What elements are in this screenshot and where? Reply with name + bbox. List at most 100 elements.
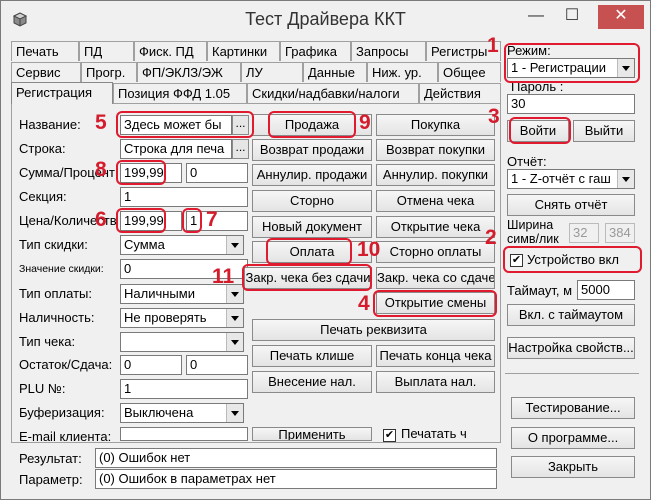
print-cliche-button[interactable]: Печать клише [252,345,372,367]
balance-input[interactable]: 0 [120,355,182,375]
tab-fp-eklz[interactable]: ФП/ЭКЛЗ/ЭЖ [137,62,241,82]
print-check-end-button[interactable]: Печать конца чека [376,345,495,367]
marker-8: 8 [95,158,107,181]
sum-input[interactable]: 199,99 [120,163,182,183]
tab-registration[interactable]: Регистрация [11,82,113,104]
tab-pd[interactable]: ПД [79,41,134,61]
settings-button[interactable]: Настройка свойств... [507,337,635,359]
apply-button[interactable]: Применить [252,427,372,441]
tab-fiscal-pd[interactable]: Фиск. ПД [134,41,207,61]
open-shift-button[interactable]: Открытие смены [376,292,495,314]
percent-input[interactable]: 0 [186,163,248,183]
close-window-button[interactable]: ✕ [598,5,644,29]
password-input[interactable]: 30 [507,94,635,114]
timeout-input[interactable]: 5000 [577,280,635,300]
close-button[interactable]: Закрыть [511,456,635,478]
tab-general[interactable]: Общее [438,62,501,82]
discount-value-label: Значение скидки: [19,263,104,275]
tab-programming[interactable]: Прогр. [81,62,137,82]
cash-check-label: Наличность: [19,310,95,325]
print-requisite-button[interactable]: Печать реквизита [252,319,495,341]
marker-9: 9 [359,111,371,134]
minimize-button[interactable]: — [521,5,551,29]
payment-button[interactable]: Оплата [252,241,372,263]
cash-deposit-button[interactable]: Внесение нал. [252,371,372,393]
cash-withdraw-button[interactable]: Выплата нал. [376,371,495,393]
tab-service[interactable]: Сервис [11,62,81,82]
name-ellipsis-button[interactable]: ... [232,115,249,135]
mode-value: 1 - Регистрации [511,60,606,75]
chevron-down-icon[interactable] [617,170,634,188]
marker-10: 10 [357,238,381,261]
open-check-button[interactable]: Открытие чека [376,216,495,238]
tab-position-ffd[interactable]: Позиция ФФД 1.05 [113,83,247,103]
sale-button[interactable]: Продажа [252,114,372,136]
name-label: Название: [19,117,81,132]
check-type-select[interactable] [120,332,244,352]
tab-discounts[interactable]: Скидки/надбавки/налоги [247,83,419,103]
take-report-button[interactable]: Снять отчёт [507,194,635,216]
line-input[interactable]: Строка для печа [120,139,232,159]
char-width-a-input: 32 [569,223,599,243]
tab-data[interactable]: Данные [303,62,367,82]
section-label: Секция: [19,189,67,204]
about-button[interactable]: О программе... [511,427,635,449]
storno-button[interactable]: Сторно [252,190,372,212]
marker-11: 11 [212,265,235,288]
chevron-down-icon[interactable] [226,309,243,327]
plu-label: PLU №: [19,381,66,396]
report-select[interactable]: 1 - Z-отчёт с гаш [507,169,635,189]
marker-1: 1 [487,34,499,57]
price-input[interactable]: 199,99 [120,211,182,231]
section-input[interactable]: 1 [120,187,248,207]
new-document-button[interactable]: Новый документ [252,216,372,238]
login-button[interactable]: Войти [507,120,569,142]
mode-label: Режим: [507,43,551,58]
tab-print[interactable]: Печать [11,41,79,61]
purchase-cancel-button[interactable]: Аннулир. покупки [376,164,495,186]
change-input[interactable]: 0 [186,355,248,375]
purchase-return-button[interactable]: Возврат покупки [376,139,495,161]
cancel-check-button[interactable]: Отмена чека [376,190,495,212]
email-input[interactable] [120,427,248,441]
storno-payment-button[interactable]: Сторно оплаты [376,241,495,263]
result-field: (0) Ошибок нет [95,448,497,468]
logout-button[interactable]: Выйти [573,120,635,142]
chevron-down-icon[interactable] [226,404,243,422]
tab-lu[interactable]: ЛУ [241,62,303,82]
enable-timeout-button[interactable]: Вкл. с таймаутом [507,304,635,326]
cash-check-select[interactable]: Не проверять [120,308,244,328]
tab-pictures[interactable]: Картинки [207,41,280,61]
title-bar: Тест Драйвера ККТ — ☐ ✕ [1,1,650,39]
testing-button[interactable]: Тестирование... [511,397,635,419]
checkbox-icon[interactable]: ✔ [510,254,523,267]
checkbox-icon[interactable]: ✔ [383,429,396,442]
mode-select[interactable]: 1 - Регистрации [507,58,635,78]
name-input[interactable]: Здесь может бы [120,115,232,135]
param-label: Параметр: [19,472,83,487]
tab-graphics[interactable]: Графика [280,41,351,61]
purchase-button[interactable]: Покупка [376,114,495,136]
right-separator [505,373,639,374]
sale-cancel-button[interactable]: Аннулир. продажи [252,164,372,186]
char-width-b-input: 384 [605,223,635,243]
marker-4: 4 [358,292,370,315]
line-ellipsis-button[interactable]: ... [232,139,249,159]
tab-low-level[interactable]: Ниж. ур. [367,62,438,82]
buffering-select[interactable]: Выключена [120,403,244,423]
plu-input[interactable]: 1 [120,379,248,399]
cash-check-value: Не проверять [124,310,207,325]
email-label: E-mail клиента: [19,429,112,444]
maximize-button[interactable]: ☐ [557,5,587,29]
param-field: (0) Ошибок в параметрах нет [95,469,497,489]
chevron-down-icon[interactable] [226,236,243,254]
discount-type-select[interactable]: Сумма [120,235,244,255]
sale-return-button[interactable]: Возврат продажи [252,139,372,161]
close-check-with-change-button[interactable]: Закр. чека со сдачей [376,267,495,289]
chevron-down-icon[interactable] [226,333,243,351]
marker-2: 2 [485,226,497,249]
chevron-down-icon[interactable] [617,59,634,77]
tab-queries[interactable]: Запросы [351,41,426,61]
close-check-no-change-button[interactable]: Закр. чека без сдачи [244,267,372,289]
tab-actions[interactable]: Действия [419,83,501,103]
